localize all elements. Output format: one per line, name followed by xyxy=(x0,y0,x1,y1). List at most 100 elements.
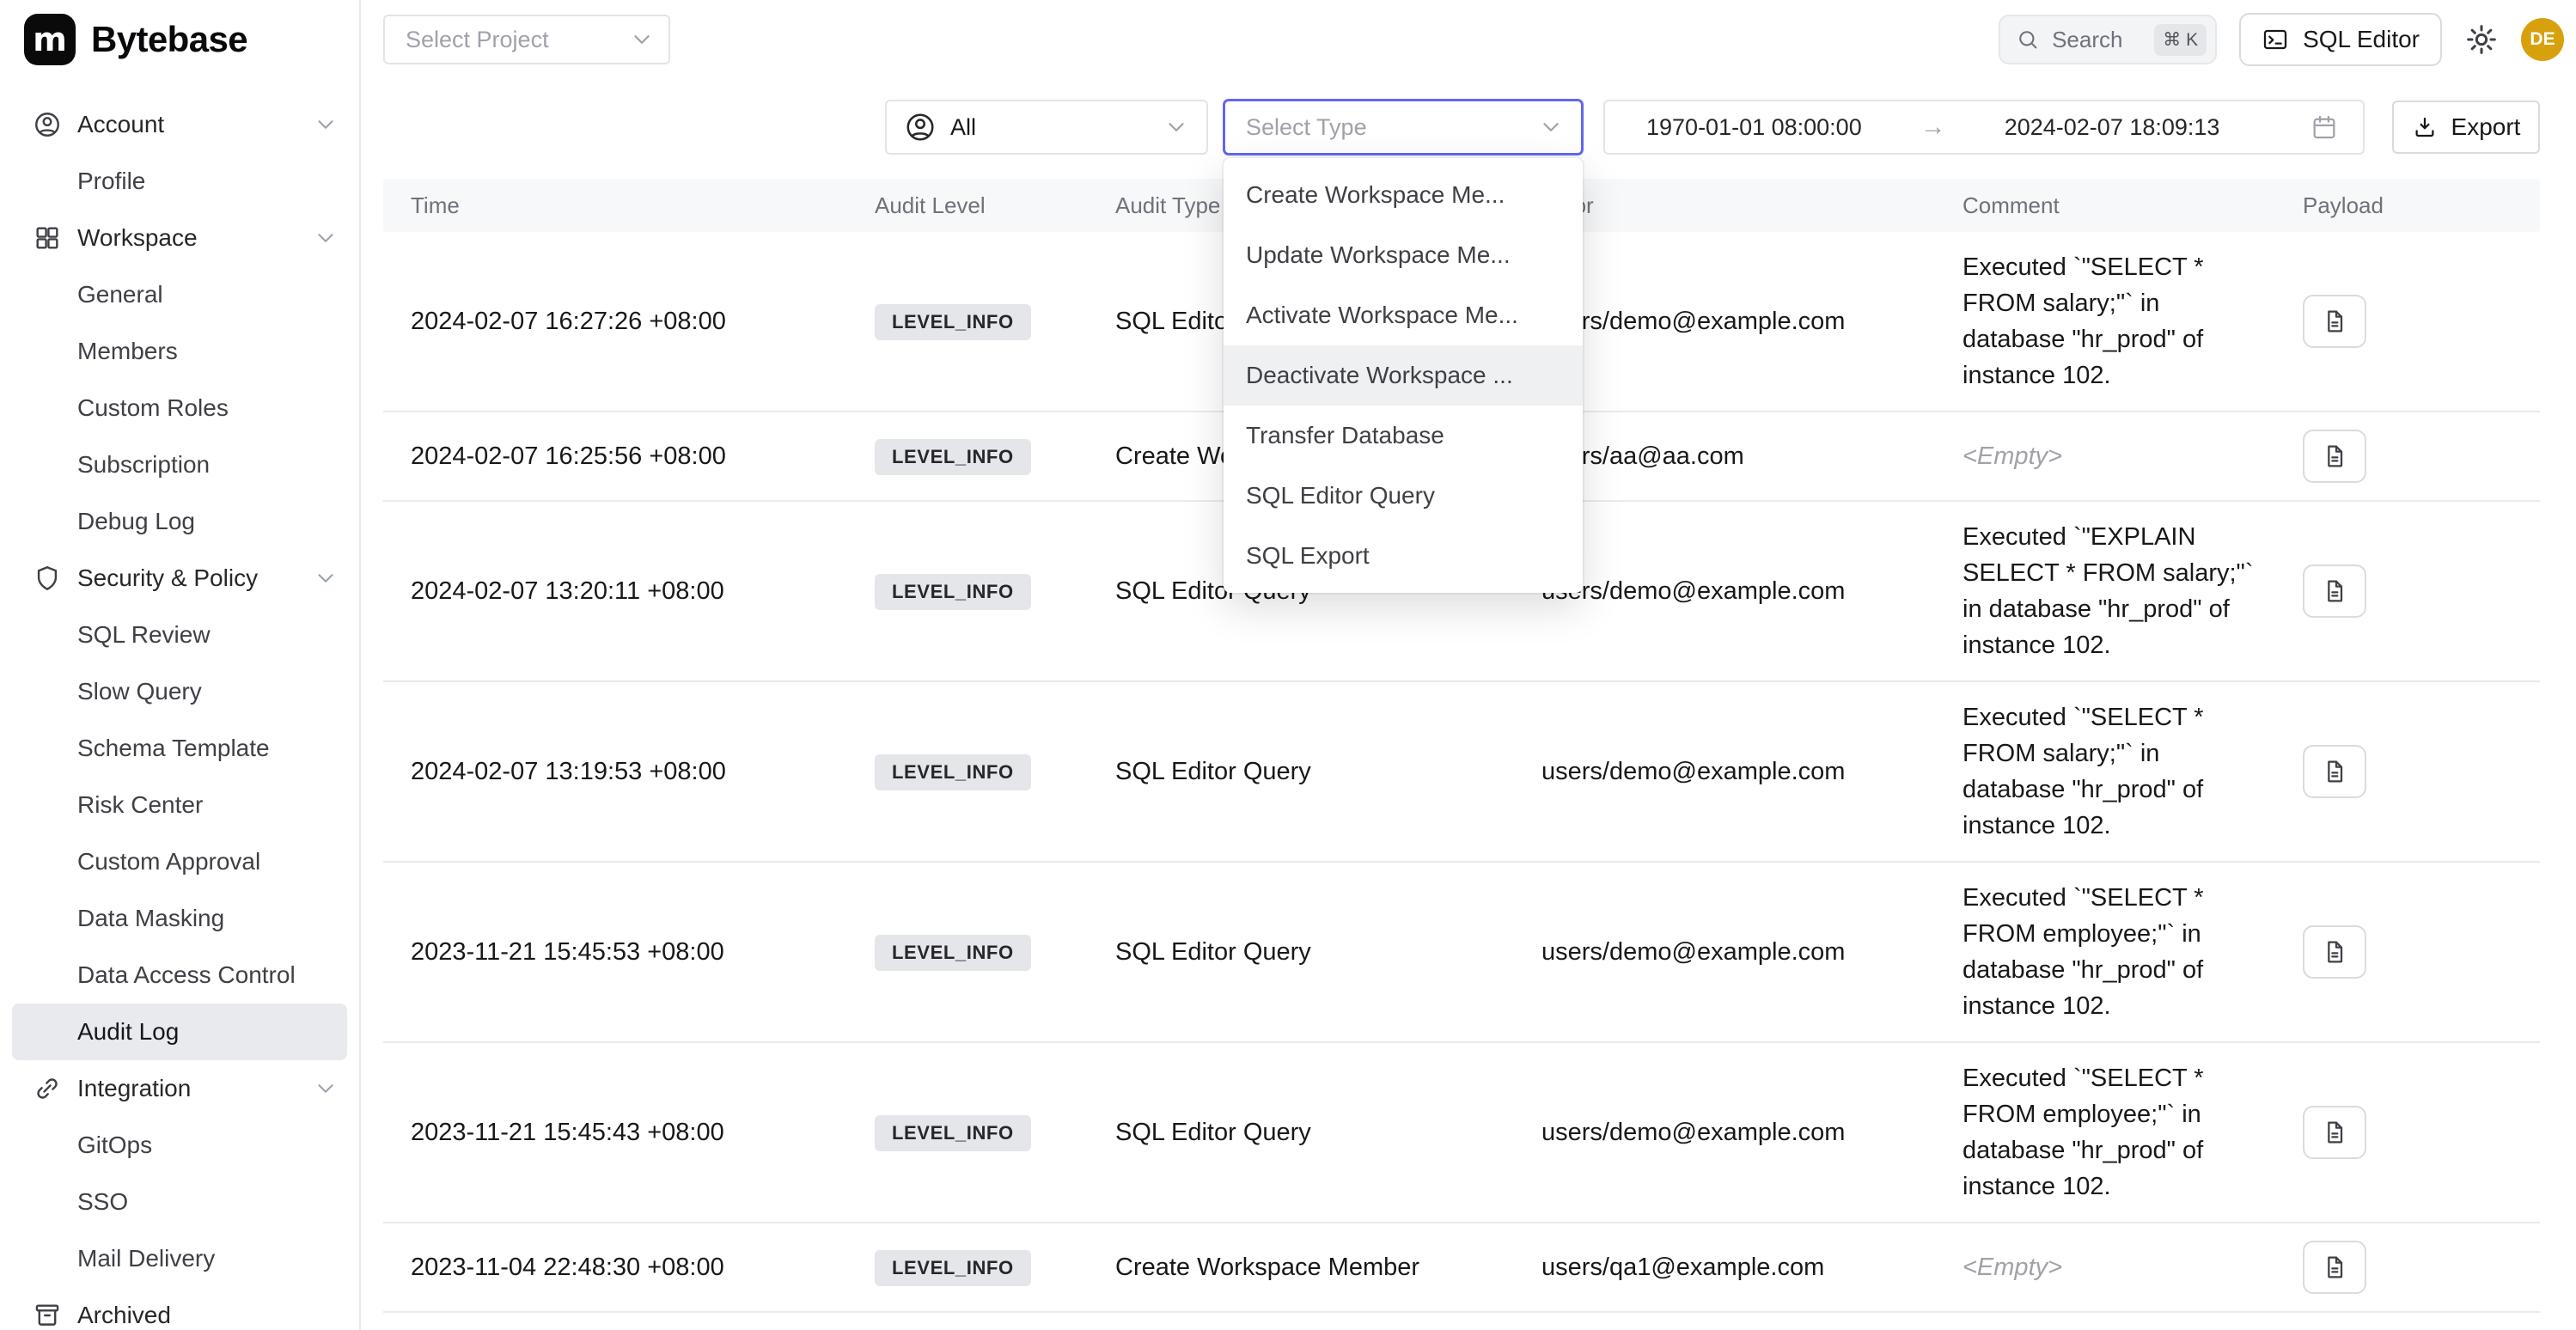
sidebar-item-data-access-control[interactable]: Data Access Control xyxy=(12,947,347,1004)
sidebar-item-data-masking[interactable]: Data Masking xyxy=(12,890,347,947)
cell-audit-level: LEVEL_INFO xyxy=(875,1249,1115,1286)
type-menu-item-sql-editor-query[interactable]: SQL Editor Query xyxy=(1224,466,1583,526)
level-badge: LEVEL_INFO xyxy=(875,304,1031,340)
cell-payload xyxy=(2292,564,2540,618)
cell-time: 2024-02-07 16:25:56 +08:00 xyxy=(383,442,875,471)
sidebar-item-profile[interactable]: Profile xyxy=(12,153,347,210)
payload-view-button[interactable] xyxy=(2303,295,2366,348)
topbar: Select Project Search ⌘ K SQL Editor DE xyxy=(361,0,2576,79)
cell-audit-level: LEVEL_INFO xyxy=(875,303,1115,340)
search-placeholder: Search xyxy=(2052,27,2122,53)
level-badge: LEVEL_INFO xyxy=(875,574,1031,610)
file-icon xyxy=(2321,758,2348,785)
sidebar-group-label: Workspace xyxy=(77,224,198,252)
cell-time: 2023-11-21 15:45:53 +08:00 xyxy=(383,938,875,967)
search-input[interactable]: Search ⌘ K xyxy=(1999,15,2217,64)
sidebar-item-slow-query[interactable]: Slow Query xyxy=(12,663,347,720)
date-from-value: 1970-01-01 08:00:00 xyxy=(1646,114,1862,141)
sidebar-item-subscription[interactable]: Subscription xyxy=(12,436,347,493)
level-badge: LEVEL_INFO xyxy=(875,754,1031,790)
type-menu-item-sql-export[interactable]: SQL Export xyxy=(1224,526,1583,586)
sidebar-item-mail-delivery[interactable]: Mail Delivery xyxy=(12,1230,347,1287)
date-to-value: 2024-02-07 18:09:13 xyxy=(2005,114,2220,141)
cell-audit-level: LEVEL_INFO xyxy=(875,438,1115,475)
file-icon xyxy=(2321,442,2348,470)
payload-view-button[interactable] xyxy=(2303,564,2366,618)
audit-log-row: 2023-11-04 22:48:30 +08:00LEVEL_INFOCrea… xyxy=(383,1223,2540,1313)
sidebar: m Bytebase Account Profile Workspace Genera… xyxy=(0,0,361,1330)
sidebar-group-label: Account xyxy=(77,111,164,138)
level-badge: LEVEL_INFO xyxy=(875,1250,1031,1286)
type-menu-item-transfer-database[interactable]: Transfer Database xyxy=(1224,406,1583,466)
cell-comment: Executed `"SELECT * FROM employee;"` in … xyxy=(1963,880,2292,1024)
sidebar-item-general[interactable]: General xyxy=(12,266,347,323)
workspace-icon xyxy=(33,223,62,253)
type-filter-placeholder: Select Type xyxy=(1246,114,1367,141)
chevron-down-icon xyxy=(629,27,655,52)
sidebar-group-workspace[interactable]: Workspace xyxy=(0,210,359,266)
audit-log-row: 2023-11-21 15:45:43 +08:00LEVEL_INFOSQL … xyxy=(383,1043,2540,1223)
col-header-actor: Actor xyxy=(1541,192,1963,219)
empty-comment: <Empty> xyxy=(1963,1254,2062,1281)
sql-editor-label: SQL Editor xyxy=(2303,26,2420,53)
sidebar-group-archived[interactable]: Archived xyxy=(0,1287,359,1330)
actor-filter-select[interactable]: All xyxy=(885,100,1208,155)
user-icon xyxy=(33,110,62,139)
app-root: m Bytebase Account Profile Workspace Genera… xyxy=(0,0,2576,1330)
sidebar-item-audit-log[interactable]: Audit Log xyxy=(12,1004,347,1060)
sidebar-nav: AccountProfileWorkspaceGeneralMembersCus… xyxy=(0,79,359,1330)
sidebar-item-debug-log[interactable]: Debug Log xyxy=(12,493,347,550)
sidebar-item-custom-approval[interactable]: Custom Approval xyxy=(12,833,347,890)
cell-time: 2024-02-07 13:20:11 +08:00 xyxy=(383,577,875,606)
sidebar-item-schema-template[interactable]: Schema Template xyxy=(12,720,347,777)
bytebase-logo[interactable]: m Bytebase xyxy=(0,0,359,79)
payload-view-button[interactable] xyxy=(2303,1241,2366,1294)
project-select-label: Select Project xyxy=(406,27,549,53)
audit-log-row: 2023-11-04 21:26:24 +08:00LEVEL_INFOSQL … xyxy=(383,1313,2540,1330)
type-menu-item-deactivate-workspace[interactable]: Deactivate Workspace ... xyxy=(1224,345,1583,406)
type-menu-item-create-workspace-me[interactable]: Create Workspace Me... xyxy=(1224,165,1583,225)
file-icon xyxy=(2321,938,2348,966)
cell-audit-level: LEVEL_INFO xyxy=(875,753,1115,790)
sidebar-group-account[interactable]: Account xyxy=(0,96,359,153)
sidebar-item-custom-roles[interactable]: Custom Roles xyxy=(12,380,347,436)
file-icon xyxy=(2321,308,2348,335)
level-badge: LEVEL_INFO xyxy=(875,935,1031,971)
cell-payload xyxy=(2292,745,2540,798)
cell-payload xyxy=(2292,295,2540,348)
cell-payload xyxy=(2292,430,2540,483)
level-badge: LEVEL_INFO xyxy=(875,439,1031,475)
cell-time: 2024-02-07 16:27:26 +08:00 xyxy=(383,308,875,336)
cell-payload xyxy=(2292,1106,2540,1159)
sidebar-item-sql-review[interactable]: SQL Review xyxy=(12,607,347,663)
sidebar-item-members[interactable]: Members xyxy=(12,323,347,380)
sidebar-group-integration[interactable]: Integration xyxy=(0,1060,359,1117)
payload-view-button[interactable] xyxy=(2303,925,2366,979)
sidebar-group-label: Security & Policy xyxy=(77,564,258,592)
cell-actor: users/demo@example.com xyxy=(1541,938,1963,967)
type-filter-select[interactable]: Select Type xyxy=(1224,100,1583,155)
export-button[interactable]: Export xyxy=(2392,101,2540,154)
project-select[interactable]: Select Project xyxy=(383,15,670,64)
chevron-down-icon xyxy=(313,1076,339,1101)
archive-icon xyxy=(33,1301,62,1330)
user-avatar[interactable]: DE xyxy=(2521,18,2564,61)
sidebar-item-sso[interactable]: SSO xyxy=(12,1174,347,1230)
sidebar-group-label: Integration xyxy=(77,1075,191,1102)
sidebar-item-gitops[interactable]: GitOps xyxy=(12,1117,347,1174)
sql-editor-button[interactable]: SQL Editor xyxy=(2239,13,2442,66)
payload-view-button[interactable] xyxy=(2303,1106,2366,1159)
settings-gear-icon[interactable] xyxy=(2464,22,2499,57)
type-menu-item-activate-workspace-me[interactable]: Activate Workspace Me... xyxy=(1224,285,1583,345)
cell-time: 2024-02-07 13:19:53 +08:00 xyxy=(383,758,875,786)
cell-actor: users/demo@example.com xyxy=(1541,758,1963,786)
audit-log-row: 2023-11-21 15:45:53 +08:00LEVEL_INFOSQL … xyxy=(383,863,2540,1043)
chevron-down-icon xyxy=(1538,114,1564,140)
payload-view-button[interactable] xyxy=(2303,430,2366,483)
date-range-picker[interactable]: 1970-01-01 08:00:00 → 2024-02-07 18:09:1… xyxy=(1603,100,2365,155)
type-menu-item-update-workspace-me[interactable]: Update Workspace Me... xyxy=(1224,225,1583,285)
sidebar-group-security-policy[interactable]: Security & Policy xyxy=(0,550,359,607)
sidebar-item-risk-center[interactable]: Risk Center xyxy=(12,777,347,833)
col-header-comment: Comment xyxy=(1963,187,2292,223)
payload-view-button[interactable] xyxy=(2303,745,2366,798)
